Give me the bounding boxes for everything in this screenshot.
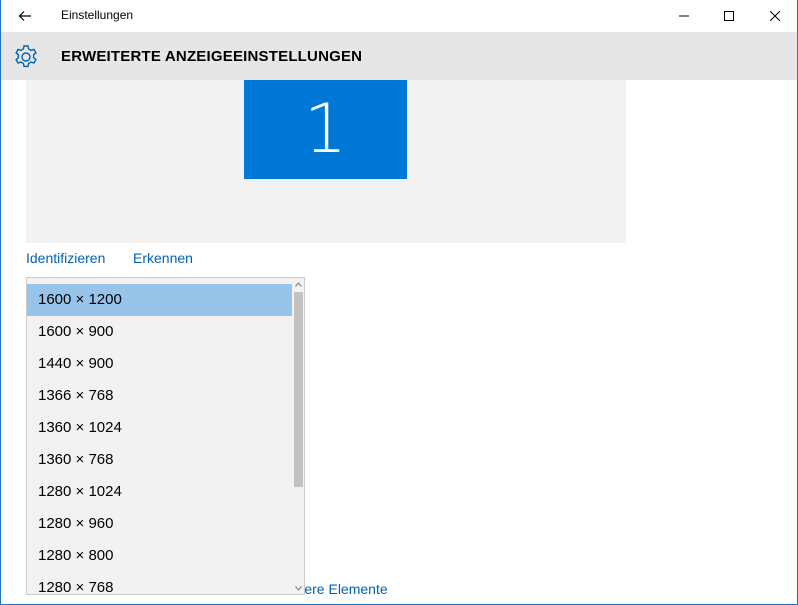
scroll-up-button[interactable] bbox=[292, 278, 304, 290]
resolution-option[interactable]: 1280 × 1024 bbox=[27, 476, 293, 508]
page-title: ERWEITERTE ANZEIGEEINSTELLUNGEN bbox=[61, 48, 363, 65]
resolution-option[interactable]: 1360 × 1024 bbox=[27, 412, 293, 444]
window-title: Einstellungen bbox=[61, 8, 134, 22]
resolution-option[interactable]: 1280 × 768 bbox=[27, 572, 293, 594]
resolution-option[interactable]: 1600 × 1200 bbox=[27, 284, 293, 316]
chevron-down-icon bbox=[294, 585, 302, 591]
resolution-options: 1600 × 1200 1600 × 900 1440 × 900 1366 ×… bbox=[27, 284, 293, 594]
back-button[interactable] bbox=[11, 4, 39, 28]
chevron-up-icon bbox=[294, 281, 302, 287]
scroll-thumb[interactable] bbox=[294, 292, 303, 487]
close-button[interactable] bbox=[752, 0, 797, 32]
display-preview-area: 1 bbox=[26, 80, 626, 243]
identify-link[interactable]: Identifizieren bbox=[26, 250, 105, 266]
close-icon bbox=[770, 11, 780, 21]
resolution-dropdown-list[interactable]: 1600 × 1200 1600 × 900 1440 × 900 1366 ×… bbox=[26, 277, 305, 595]
dropdown-scrollbar[interactable] bbox=[292, 278, 304, 594]
back-arrow-icon bbox=[18, 11, 31, 21]
monitor-tile[interactable]: 1 bbox=[244, 80, 407, 179]
gear-icon bbox=[15, 45, 37, 68]
maximize-button[interactable] bbox=[706, 0, 752, 32]
resolution-option[interactable]: 1440 × 900 bbox=[27, 348, 293, 380]
resolution-option[interactable]: 1366 × 768 bbox=[27, 380, 293, 412]
monitor-number: 1 bbox=[303, 90, 348, 169]
detect-link[interactable]: Erkennen bbox=[133, 250, 193, 266]
maximize-icon bbox=[724, 11, 734, 21]
resolution-option[interactable]: 1280 × 960 bbox=[27, 508, 293, 540]
scroll-down-button[interactable] bbox=[292, 582, 304, 594]
resolution-option[interactable]: 1600 × 900 bbox=[27, 316, 293, 348]
settings-window: Einstellungen ERWEITERTE ANZEIGEEINSTELL… bbox=[0, 0, 798, 605]
page-header: ERWEITERTE ANZEIGEEINSTELLUNGEN bbox=[1, 32, 797, 80]
minimize-button[interactable] bbox=[661, 0, 707, 32]
resolution-option[interactable]: 1280 × 800 bbox=[27, 540, 293, 572]
title-bar: Einstellungen bbox=[1, 0, 797, 32]
minimize-icon bbox=[679, 15, 689, 17]
resolution-option[interactable]: 1360 × 768 bbox=[27, 444, 293, 476]
